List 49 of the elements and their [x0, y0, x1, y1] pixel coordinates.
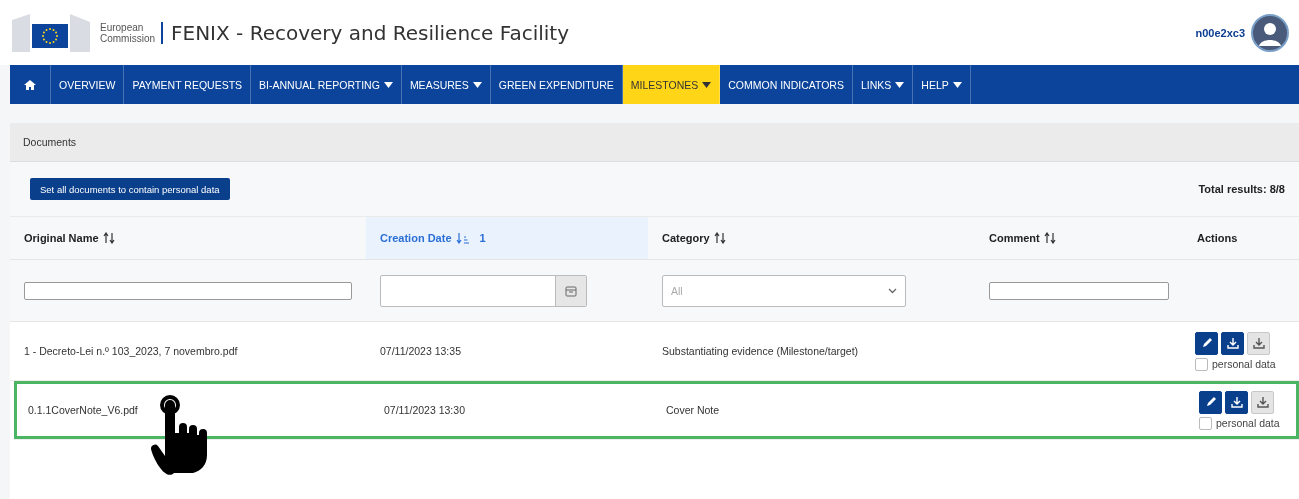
download-icon[interactable] — [1256, 396, 1269, 408]
filter-field[interactable] — [24, 281, 352, 300]
total-results: Total results: 8/8 — [1198, 183, 1285, 195]
download-button[interactable] — [1221, 331, 1244, 355]
pencil-icon[interactable] — [1200, 337, 1213, 349]
nav-item[interactable]: BI-ANNUAL REPORTING — [251, 65, 402, 104]
column-header[interactable]: Category — [648, 217, 975, 259]
checkbox-label: personal data — [1216, 417, 1280, 429]
nav-item[interactable]: MILESTONES — [622, 65, 721, 104]
nav-item[interactable]: LINKS — [852, 65, 914, 104]
edit-button[interactable] — [1199, 390, 1222, 414]
commission-name: European Commission — [100, 21, 163, 44]
file-name: 1 - Decreto-Lei n.º 103_2023, 7 novembro.pdf — [23, 345, 239, 357]
nav-item[interactable]: OVERVIEW — [51, 65, 125, 104]
sort-icon[interactable] — [1043, 232, 1056, 244]
personal-data-checkbox[interactable] — [1199, 416, 1212, 430]
set-personal-data-button[interactable]: Set all documents to contain personal data — [30, 178, 230, 200]
home-icon[interactable] — [24, 78, 36, 91]
download-button[interactable] — [1225, 390, 1248, 414]
file-name: 0.1.1CoverNote_V6.pdf — [27, 404, 139, 416]
sort-descending-icon[interactable] — [455, 232, 470, 244]
nav-item[interactable]: HELP — [913, 65, 971, 104]
filter-field[interactable] — [989, 281, 1169, 300]
download-icon[interactable] — [1252, 337, 1265, 349]
avatar-icon[interactable] — [1251, 13, 1289, 52]
pencil-icon[interactable] — [1204, 396, 1217, 408]
column-header[interactable]: Creation Date 1 — [366, 217, 648, 259]
category: Cover Note — [665, 404, 721, 416]
nav-item[interactable]: MEASURES — [401, 65, 491, 104]
column-header[interactable]: Original Name — [10, 217, 366, 259]
creation-date: 07/11/2023 13:30 — [383, 404, 466, 416]
nav-item[interactable]: GREEN EXPENDITURE — [490, 65, 623, 104]
app-title: FENIX - Recovery and Resilience Facility — [171, 20, 570, 45]
checkbox-label: personal data — [1212, 358, 1276, 370]
panel-title: Documents — [10, 123, 1299, 162]
edit-button[interactable] — [1195, 331, 1218, 355]
personal-data-checkbox[interactable] — [1195, 357, 1208, 371]
nav-item[interactable]: COMMON INDICATORS — [720, 65, 853, 104]
column-header[interactable]: Comment — [975, 217, 1183, 259]
date-field[interactable] — [380, 274, 587, 307]
username[interactable]: n00e2xc3 — [1195, 26, 1245, 39]
sort-icon[interactable] — [713, 232, 726, 244]
creation-date: 07/11/2023 13:35 — [379, 345, 462, 357]
category: Substantiating evidence (Milestone/target) — [661, 345, 860, 357]
chevron-down-icon — [888, 287, 897, 294]
sort-icon[interactable] — [102, 232, 115, 244]
column-header: Actions — [1196, 231, 1239, 246]
nav-item[interactable]: PAYMENT REQUESTS — [124, 65, 252, 104]
calendar-icon[interactable] — [565, 284, 577, 297]
